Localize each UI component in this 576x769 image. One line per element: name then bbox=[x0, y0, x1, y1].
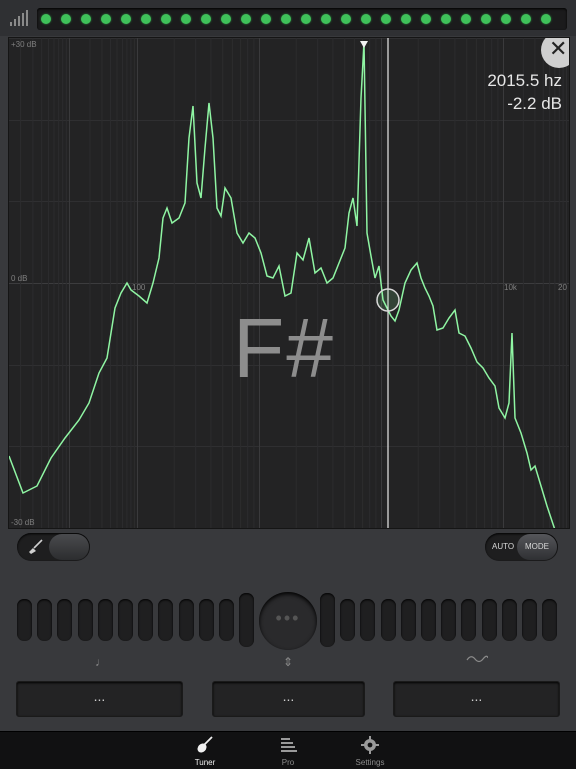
note-selector[interactable]: ... bbox=[16, 681, 183, 717]
tuner-segment bbox=[97, 599, 113, 641]
level-led bbox=[141, 14, 151, 24]
tuner-segment bbox=[320, 593, 335, 647]
level-led bbox=[301, 14, 311, 24]
level-led bbox=[221, 14, 231, 24]
level-led bbox=[521, 14, 531, 24]
level-meter bbox=[37, 8, 567, 30]
guitar-icon bbox=[197, 736, 213, 753]
tuning-selector[interactable]: ... bbox=[212, 681, 365, 717]
spectrum-analyzer[interactable]: +30 dB 0 dB -30 dB 100 10k 20 2015.5 hz … bbox=[8, 37, 570, 529]
tuner-segment bbox=[421, 599, 436, 641]
level-led bbox=[341, 14, 351, 24]
level-led bbox=[381, 14, 391, 24]
level-led bbox=[401, 14, 411, 24]
db-bottom-label: -30 dB bbox=[11, 518, 35, 527]
tuner-segment bbox=[178, 599, 194, 641]
detected-note: F# bbox=[233, 301, 336, 395]
level-led bbox=[41, 14, 51, 24]
tuner-segment bbox=[239, 593, 255, 647]
tuner-segment bbox=[17, 599, 32, 641]
tuner-segment bbox=[400, 599, 416, 641]
level-led bbox=[421, 14, 431, 24]
tab-pro[interactable]: Pro bbox=[253, 732, 323, 769]
tuner-segment bbox=[118, 599, 133, 641]
tuner-segment bbox=[380, 599, 396, 641]
level-led bbox=[201, 14, 211, 24]
spectrum-grid bbox=[9, 38, 569, 528]
cursor-handle bbox=[376, 288, 400, 312]
tab-tuner[interactable]: Tuner bbox=[170, 732, 240, 769]
peak-marker-icon bbox=[360, 41, 368, 48]
tab-bar: Tuner Pro Settings bbox=[0, 731, 576, 769]
level-led bbox=[501, 14, 511, 24]
wave-icon bbox=[466, 653, 489, 667]
input-toggle[interactable] bbox=[17, 533, 90, 561]
tuner-segment bbox=[360, 599, 376, 641]
tuner-segment bbox=[37, 599, 53, 641]
tuner-segment bbox=[542, 599, 558, 641]
frequency-readout: 2015.5 hz bbox=[487, 71, 562, 90]
tuner-segment bbox=[461, 599, 477, 641]
tuner-segment bbox=[219, 599, 234, 641]
mode-auto-label: AUTO bbox=[492, 542, 515, 551]
freq-label-100: 100 bbox=[132, 283, 146, 292]
level-led bbox=[261, 14, 271, 24]
level-readout: -2.2 dB bbox=[507, 94, 562, 113]
gear-icon bbox=[361, 736, 379, 754]
wave-selector[interactable]: ... bbox=[393, 681, 560, 717]
level-led bbox=[181, 14, 191, 24]
tuner-center-dial[interactable]: ••• bbox=[259, 592, 317, 650]
tab-tuner-label: Tuner bbox=[194, 758, 216, 767]
level-led bbox=[81, 14, 91, 24]
mode-button[interactable]: MODE bbox=[517, 534, 557, 560]
tuner-segment bbox=[501, 599, 517, 641]
tuner-segment bbox=[481, 599, 497, 641]
tuner-strip: ••• bbox=[0, 585, 576, 655]
tab-settings-label: Settings bbox=[355, 758, 385, 767]
status-strip bbox=[0, 0, 576, 36]
tuner-segment bbox=[441, 599, 457, 641]
level-led bbox=[481, 14, 491, 24]
freq-label-20k: 20 bbox=[558, 283, 567, 292]
level-led bbox=[441, 14, 451, 24]
tuner-segment bbox=[522, 599, 537, 641]
level-led bbox=[461, 14, 471, 24]
level-led bbox=[241, 14, 251, 24]
freq-label-10k: 10k bbox=[504, 283, 517, 292]
db-mid-label: 0 dB bbox=[11, 274, 28, 283]
note-icon: ♩ bbox=[95, 655, 107, 669]
tuner-segment bbox=[77, 599, 93, 641]
tuner-segment bbox=[158, 599, 174, 641]
level-led bbox=[281, 14, 291, 24]
tuner-segment bbox=[198, 599, 214, 641]
up-down-arrows-icon: ⇕ bbox=[283, 655, 294, 669]
level-led bbox=[161, 14, 171, 24]
db-top-label: +30 dB bbox=[11, 40, 37, 49]
tab-settings[interactable]: Settings bbox=[335, 732, 405, 769]
level-led bbox=[541, 14, 551, 24]
level-led bbox=[321, 14, 331, 24]
mode-toggle[interactable]: AUTO MODE bbox=[485, 533, 558, 561]
level-led bbox=[361, 14, 371, 24]
tuner-segment bbox=[138, 599, 154, 641]
tab-pro-label: Pro bbox=[281, 758, 295, 767]
level-led bbox=[101, 14, 111, 24]
level-led bbox=[61, 14, 71, 24]
bars-icon bbox=[281, 738, 297, 752]
toggle-knob[interactable] bbox=[49, 534, 89, 560]
tuner-segment bbox=[57, 599, 73, 641]
signal-bars-icon bbox=[10, 10, 30, 26]
tuner-segment bbox=[340, 599, 356, 641]
level-led bbox=[121, 14, 131, 24]
spectrum-graph bbox=[9, 38, 569, 528]
brush-icon bbox=[29, 539, 43, 554]
